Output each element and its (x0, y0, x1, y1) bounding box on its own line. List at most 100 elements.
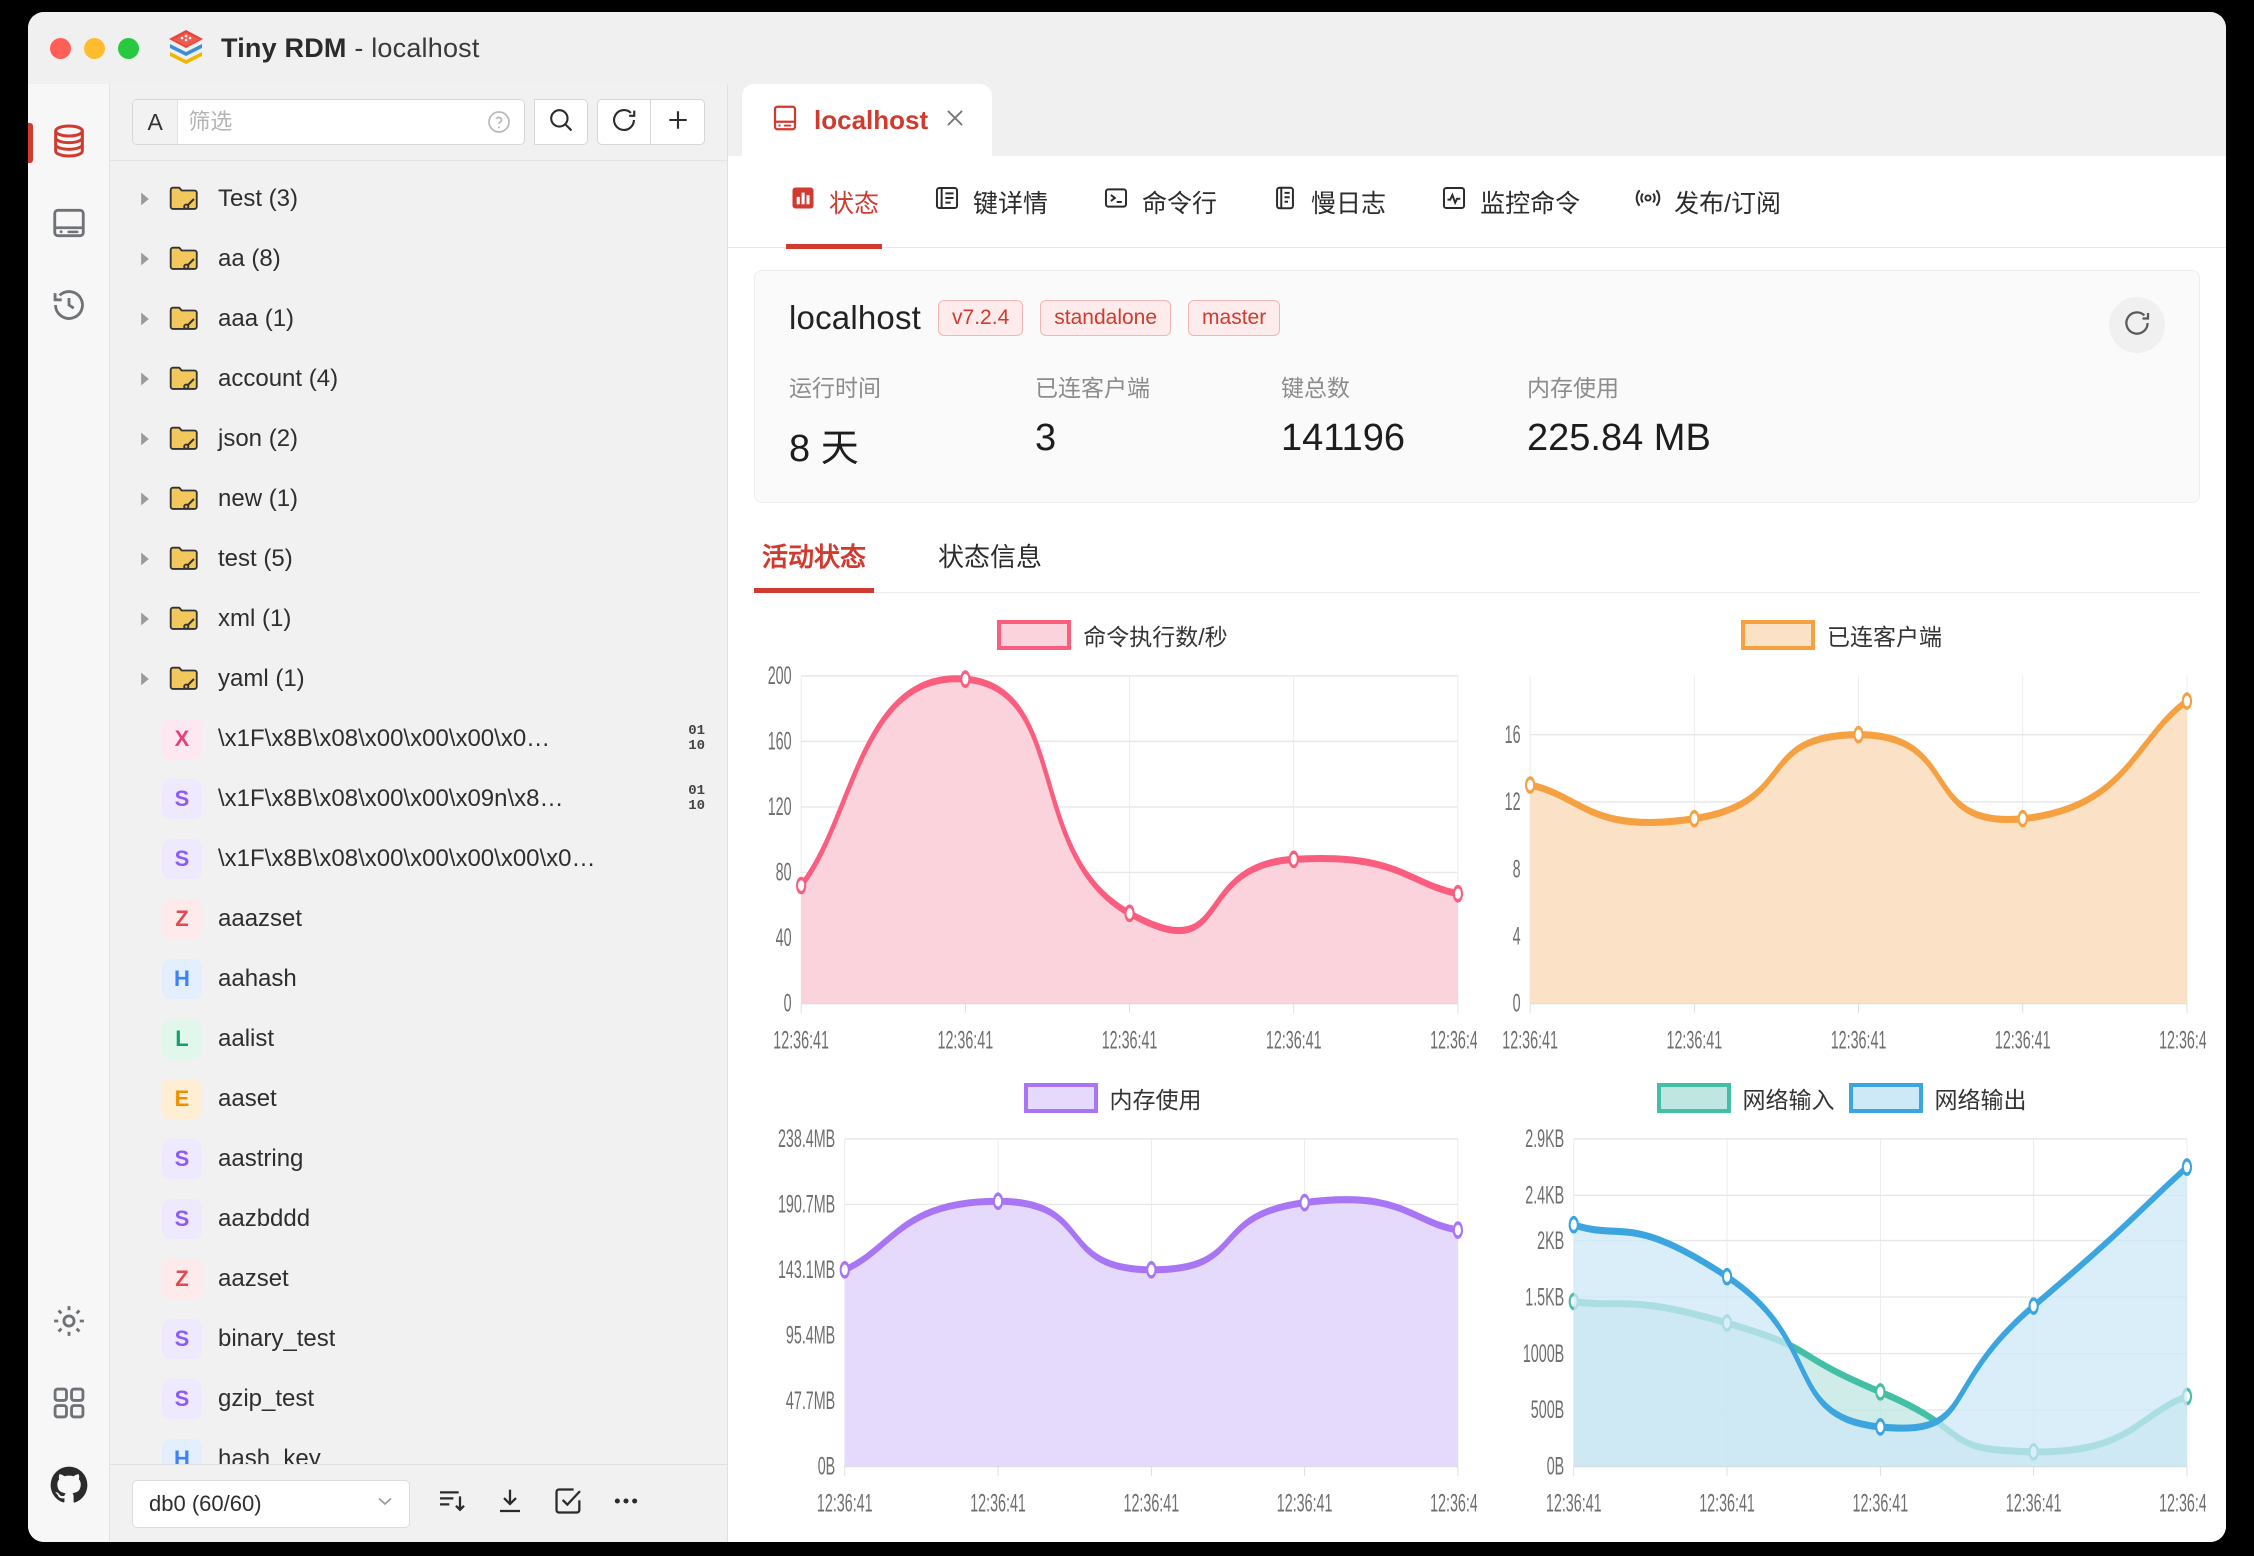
chart-point (796, 876, 807, 895)
tree-folder-row[interactable]: xml (1) (110, 589, 727, 649)
key-type-badge: S (162, 1139, 202, 1179)
tree-key-row[interactable]: Zaaazset (110, 889, 727, 949)
tree-folder-row[interactable]: account (4) (110, 349, 727, 409)
svg-text:12:36:41: 12:36:41 (2159, 1027, 2206, 1054)
tree-folder-row[interactable]: json (2) (110, 409, 727, 469)
tree-folder-row[interactable]: new (1) (110, 469, 727, 529)
rail-item-database[interactable] (28, 102, 110, 184)
tree-key-row[interactable]: Zaazset (110, 1249, 727, 1309)
server-icon (50, 204, 88, 247)
folder-key-icon (162, 422, 206, 456)
tree-key-row[interactable]: S \x1F\x8B\x08\x00\x00\x00\x00\x0… (110, 829, 727, 889)
legend-swatch (997, 620, 1072, 650)
chart-legend: 内存使用 (748, 1076, 1477, 1120)
rail-item-history[interactable] (28, 266, 110, 348)
svg-text:12:36:41: 12:36:41 (1430, 1490, 1477, 1517)
svg-text:0B: 0B (818, 1453, 835, 1480)
tree-item-label: \x1F\x8B\x08\x00\x00\x00\x0… (218, 725, 551, 752)
chevron-right-icon[interactable] (128, 611, 162, 627)
chevron-right-icon[interactable] (128, 671, 162, 687)
chevron-right-icon[interactable] (128, 431, 162, 447)
key-tree[interactable]: Test (3) aa (8) aaa (1) account (4) json (2)… (110, 160, 727, 1464)
close-icon[interactable] (942, 105, 968, 136)
legend-entry[interactable]: 命令执行数/秒 (997, 618, 1228, 652)
tab-6[interactable]: 发布/订阅 (1607, 156, 1808, 248)
tree-key-row[interactable]: Sbinary_test (110, 1309, 727, 1369)
chevron-right-icon[interactable] (128, 191, 162, 207)
tab-5[interactable]: 监控命令 (1413, 156, 1607, 248)
tree-folder-row[interactable]: test (5) (110, 529, 727, 589)
tree-key-row[interactable]: X \x1F\x8B\x08\x00\x00\x00\x0… 01 10 (110, 709, 727, 769)
tree-key-row[interactable]: Hhash_key (110, 1429, 727, 1464)
chevron-right-icon[interactable] (128, 371, 162, 387)
tree-key-row[interactable]: Eaaset (110, 1069, 727, 1129)
tab-4[interactable]: 慢日志 (1244, 156, 1413, 248)
tab-3[interactable]: 命令行 (1075, 156, 1244, 248)
chart-point (1288, 850, 1299, 869)
legend-entry[interactable]: 已连客户端 (1741, 618, 1942, 652)
close-window-button[interactable] (50, 37, 71, 59)
svg-text:12:36:41: 12:36:41 (1502, 1027, 1558, 1054)
refresh-keys-button[interactable] (597, 99, 652, 145)
tree-key-row[interactable]: Sgzip_test (110, 1369, 727, 1429)
main-tab-nav[interactable]: 状态 键详情 命令行 慢日志 监控命令 发布/订阅 (728, 156, 2226, 249)
legend-entry[interactable]: 网络输入 (1656, 1081, 1835, 1115)
stat-label: 已连客户端 (1035, 375, 1150, 401)
tab-2[interactable]: 键详情 (906, 156, 1075, 248)
tree-key-row[interactable]: Haahash (110, 949, 727, 1009)
tree-item-label: \x1F\x8B\x08\x00\x00\x09n\x8… (218, 785, 564, 812)
tree-key-row[interactable]: Laalist (110, 1009, 727, 1069)
rail-item-github[interactable] (28, 1446, 110, 1528)
rail-item-apps[interactable] (28, 1364, 110, 1446)
subtab-2[interactable]: 状态信息 (930, 527, 1050, 592)
window-subtitle: - localhost (354, 32, 480, 63)
legend-entry[interactable]: 网络输出 (1848, 1081, 2027, 1115)
subtab-1[interactable]: 活动状态 (754, 527, 875, 593)
rail-item-settings[interactable] (28, 1282, 110, 1364)
tree-key-row[interactable]: Saazbddd (110, 1189, 727, 1249)
chevron-right-icon[interactable] (128, 311, 162, 327)
minimize-window-button[interactable] (84, 37, 105, 59)
chart-2: 已连客户端 0 4 8 12 16 12:36:41 12:36:41 12:36:41 12:3… (1477, 607, 2206, 1070)
add-key-button[interactable] (651, 99, 705, 145)
tree-folder-row[interactable]: aaa (1) (110, 289, 727, 349)
legend-entry[interactable]: 内存使用 (1023, 1081, 1202, 1115)
chevron-right-icon[interactable] (128, 491, 162, 507)
chevron-right-icon[interactable] (128, 551, 162, 567)
window-tab-localhost[interactable]: localhost (742, 84, 993, 156)
key-type-badge: S (162, 839, 202, 879)
database-select[interactable]: db0 (60/60) (132, 1479, 410, 1528)
chip-mode: standalone (1040, 300, 1172, 336)
download-icon[interactable] (494, 1485, 526, 1522)
more-dots-icon[interactable] (610, 1485, 642, 1522)
key-type-badge: H (162, 959, 202, 999)
filter-case-toggle[interactable]: A (133, 100, 179, 144)
rail-item-server[interactable] (28, 184, 110, 266)
tree-key-row[interactable]: Saastring (110, 1129, 727, 1189)
chevron-right-icon[interactable] (128, 251, 162, 267)
refresh-status-button[interactable] (2109, 297, 2165, 353)
tree-key-row[interactable]: S \x1F\x8B\x08\x00\x00\x09n\x8… 01 10 (110, 769, 727, 829)
sidebar-status-bar: db0 (60/60) (110, 1464, 727, 1542)
chip-version: v7.2.4 (938, 300, 1024, 336)
slowlog-icon (1271, 184, 1299, 219)
search-button[interactable] (534, 99, 589, 145)
sort-descending-icon[interactable] (436, 1485, 468, 1522)
tree-item-label: aa (8) (218, 245, 281, 272)
filter-box[interactable]: A (132, 99, 526, 145)
svg-text:12:36:41: 12:36:41 (1852, 1490, 1908, 1517)
title-bar: Tiny RDM - localhost (28, 12, 2226, 84)
svg-text:12:36:41: 12:36:41 (1277, 1490, 1333, 1517)
tree-folder-row[interactable]: aa (8) (110, 229, 727, 289)
svg-text:12:36:41: 12:36:41 (938, 1027, 994, 1054)
status-subtabs[interactable]: 活动状态 状态信息 (754, 527, 2200, 593)
search-input[interactable] (178, 100, 487, 144)
chart-point (2028, 1296, 2039, 1315)
question-circle-icon[interactable] (486, 109, 524, 135)
tab-1[interactable]: 状态 (762, 156, 906, 249)
maximize-window-button[interactable] (118, 37, 139, 59)
checkbox-checked-icon[interactable] (552, 1485, 584, 1522)
tree-folder-row[interactable]: Test (3) (110, 169, 727, 229)
tree-folder-row[interactable]: yaml (1) (110, 649, 727, 709)
chart-point (1124, 904, 1135, 923)
